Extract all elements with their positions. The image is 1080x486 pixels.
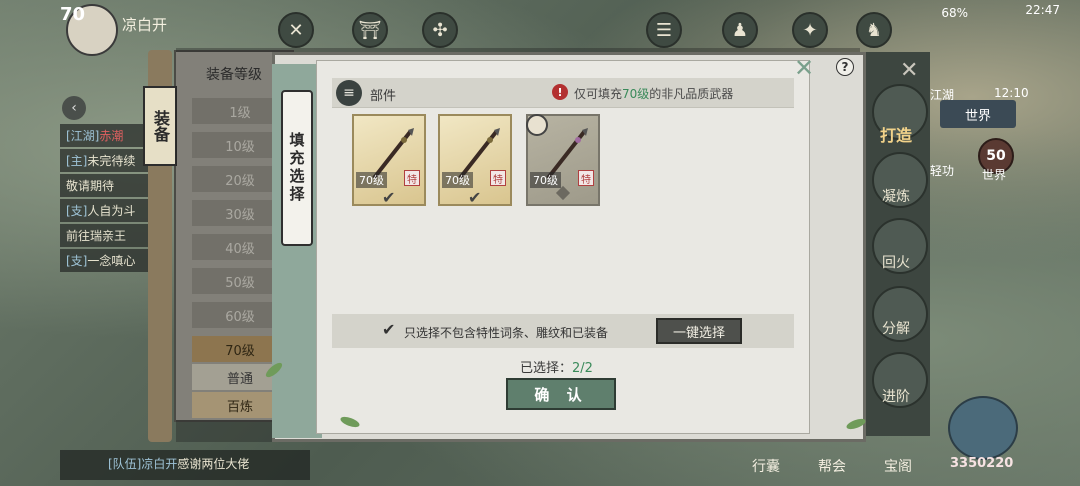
back-arrow-icon[interactable]: ‹ — [62, 96, 86, 120]
dialog-side-tab-label: 填充选择 — [281, 90, 313, 246]
player-name: 凉白开 — [122, 16, 168, 34]
weapon-item-card-equipped[interactable]: 70级 特 — [526, 114, 600, 206]
nav-shop[interactable]: 宝阁 — [884, 456, 912, 476]
equipment-scroll-tab[interactable]: 装备 — [143, 86, 177, 166]
check-icon: ✔ — [382, 188, 396, 207]
horse-icon[interactable]: ♞ — [856, 12, 892, 48]
crossbow-icon[interactable]: ✣ — [422, 12, 458, 48]
map-time: 12:10 — [994, 86, 1029, 100]
clock: 22:47 — [1025, 3, 1060, 17]
special-tag: 特 — [578, 170, 594, 186]
auto-select-button[interactable]: 一键选择 — [656, 318, 742, 344]
filter-label[interactable]: 只选择不包含特性词条、雕纹和已装备 — [404, 324, 608, 341]
equipped-character-avatar — [526, 114, 548, 136]
chat-message: [队伍]凉白开感谢两位大佬 — [108, 457, 250, 471]
world-level-label: 世界 — [982, 168, 1007, 182]
meditate-icon[interactable] — [948, 396, 1018, 460]
help-icon[interactable]: ? — [836, 58, 854, 76]
special-tag: 特 — [490, 170, 506, 186]
warning-icon: ! — [552, 84, 568, 100]
scroll-icon[interactable]: ☰ — [646, 12, 682, 48]
item-level: 70级 — [442, 172, 473, 188]
bell-icon[interactable]: ♟ — [722, 12, 758, 48]
gate-icon[interactable]: ⛩ — [352, 12, 388, 48]
special-tag: 特 — [404, 170, 420, 186]
filter-checkbox-icon[interactable]: ✔ — [382, 320, 395, 339]
world-button[interactable]: 世界 — [940, 100, 1016, 128]
tab-temper[interactable]: 回火 — [862, 252, 930, 272]
event-icon[interactable]: ✦ — [792, 12, 828, 48]
diamond-icon — [555, 185, 571, 201]
tab-refine[interactable]: 凝炼 — [862, 186, 930, 206]
player-level: 70 — [60, 4, 86, 25]
weapon-item-card[interactable]: 70级 特 ✔ — [352, 114, 426, 207]
combat-power: 3350220 — [950, 456, 1014, 471]
parts-icon: ≡ — [336, 80, 362, 106]
warning-text: 仅可填充70级的非凡品质武器 — [574, 87, 734, 101]
nav-bag[interactable]: 行囊 — [752, 456, 780, 476]
tab-advance[interactable]: 进阶 — [862, 386, 930, 406]
tab-dismantle[interactable]: 分解 — [862, 318, 930, 338]
item-level: 70级 — [356, 172, 387, 188]
close-icon[interactable]: ✕ — [900, 58, 918, 83]
battery-status: 68% — [941, 6, 968, 20]
item-level: 70级 — [530, 172, 561, 188]
section-title: 部件 — [370, 89, 397, 104]
qinggong-label[interactable]: 轻功 — [930, 162, 954, 179]
top-bar: 70 凉白开 ✕ ⛩ ✣ ☰ ♟ ✦ ♞ 68% 22:47 — [0, 0, 1080, 56]
selected-count: 已选择：2/2 — [520, 361, 593, 376]
weapon-item-card[interactable]: 70级 特 ✔ — [438, 114, 512, 207]
nav-guild[interactable]: 帮会 — [818, 456, 846, 476]
tab-forge[interactable]: 打造 — [862, 122, 930, 146]
close-icon[interactable]: ✕ — [790, 54, 818, 82]
confirm-button[interactable]: 确 认 — [506, 378, 616, 410]
swords-icon[interactable]: ✕ — [278, 12, 314, 48]
check-icon: ✔ — [468, 188, 482, 207]
